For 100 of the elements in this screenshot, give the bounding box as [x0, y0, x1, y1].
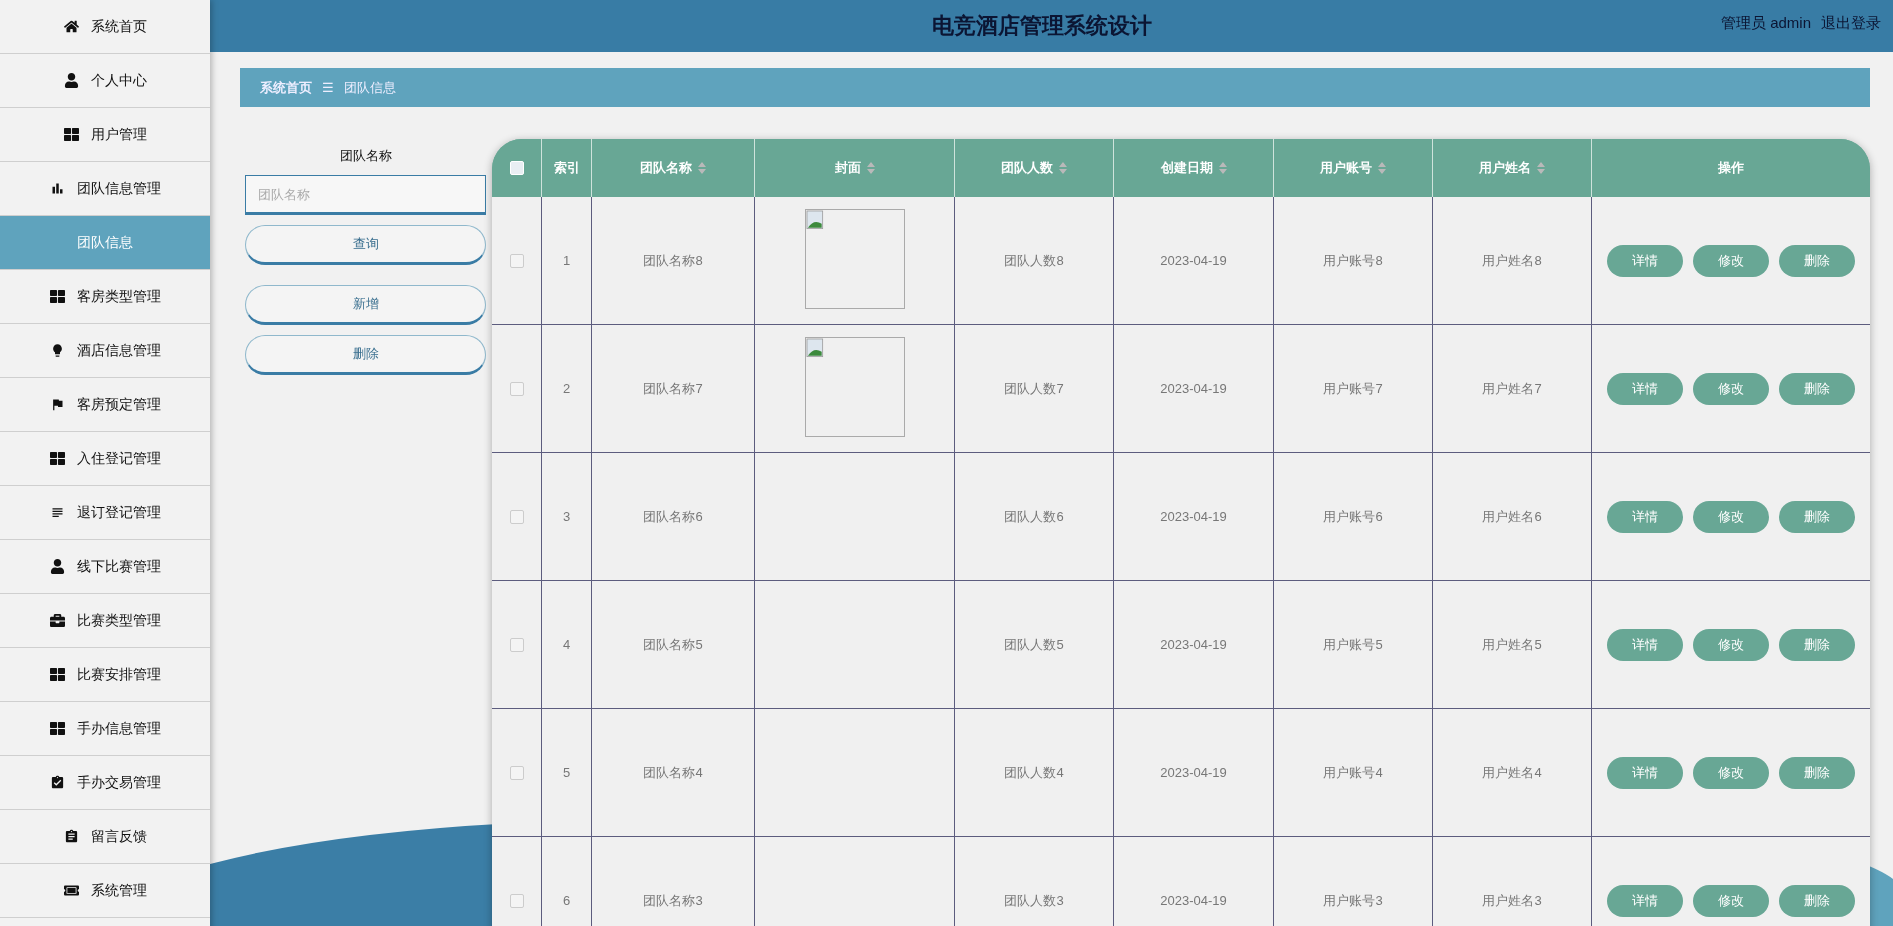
column-title: 操作 — [1718, 159, 1744, 177]
sidebar-item[interactable]: 客房预定管理 — [0, 378, 210, 432]
sidebar-item[interactable]: 用户管理 — [0, 108, 210, 162]
app-title: 电竞酒店管理系统设计 — [931, 12, 1152, 40]
row-checkbox[interactable] — [509, 765, 524, 780]
action-button[interactable]: 删除 — [1779, 628, 1855, 661]
logout-link[interactable]: 退出登录 — [1821, 14, 1881, 33]
table-cell: 用户姓名8 — [1482, 251, 1542, 270]
grid-icon — [49, 667, 65, 682]
column-title: 创建日期 — [1160, 159, 1213, 177]
sidebar-item[interactable]: 系统首页 — [0, 0, 210, 54]
action-button[interactable]: 修改 — [1693, 244, 1769, 277]
table-cell: 团队人数4 — [1004, 763, 1064, 782]
table-cell: 2023-04-19 — [1160, 893, 1227, 908]
table-cell: 团队名称4 — [643, 763, 703, 782]
table-cell: 团队人数6 — [1004, 507, 1064, 526]
sidebar-item[interactable]: 酒店信息管理 — [0, 324, 210, 378]
table-cell: 用户姓名3 — [1482, 891, 1542, 910]
sidebar-subitem[interactable]: 团队信息 — [0, 216, 210, 270]
action-button[interactable]: 修改 — [1693, 756, 1769, 789]
column-title: 团队名称 — [640, 159, 692, 177]
action-button[interactable]: 删除 — [1779, 756, 1855, 789]
column-title: 用户账号 — [1320, 159, 1372, 177]
table-cell: 2023-04-19 — [1160, 381, 1227, 396]
action-button[interactable]: 删除 — [1779, 500, 1855, 533]
row-checkbox[interactable] — [509, 253, 524, 268]
table-cell: 1 — [562, 253, 571, 268]
sidebar-item[interactable]: 团队信息管理 — [0, 162, 210, 216]
table-cell: 用户账号8 — [1323, 251, 1383, 270]
action-button[interactable]: 详情 — [1607, 372, 1683, 405]
table-cell: 用户账号6 — [1323, 507, 1383, 526]
breadcrumb-separator: ☰ — [322, 80, 334, 95]
sidebar-item[interactable]: 系统管理 — [0, 864, 210, 918]
column-title: 索引 — [553, 159, 580, 177]
table-cell: 团队人数8 — [1004, 251, 1064, 270]
table-cell: 团队名称7 — [643, 379, 703, 398]
grid-icon — [49, 451, 65, 466]
sort-icon[interactable] — [1537, 162, 1545, 174]
form-button[interactable]: 查询 — [245, 225, 486, 265]
action-button[interactable]: 删除 — [1779, 244, 1855, 277]
action-button[interactable]: 删除 — [1779, 372, 1855, 405]
user-label: 管理员 admin — [1720, 14, 1811, 33]
action-button[interactable]: 修改 — [1693, 628, 1769, 661]
sort-icon[interactable] — [1378, 162, 1386, 174]
user-icon — [63, 73, 79, 88]
ticket-icon — [63, 883, 79, 898]
row-checkbox[interactable] — [509, 637, 524, 652]
field-label: 团队名称 — [338, 147, 393, 165]
sidebar-item[interactable]: 客房类型管理 — [0, 270, 210, 324]
table-cell: 用户姓名7 — [1482, 379, 1542, 398]
sort-icon[interactable] — [1059, 162, 1067, 174]
action-button[interactable]: 修改 — [1693, 884, 1769, 917]
grid-icon — [49, 721, 65, 736]
breadcrumb-link[interactable]: 系统首页 — [260, 78, 312, 97]
table-cell: 用户姓名5 — [1482, 635, 1542, 654]
home-icon — [63, 19, 79, 34]
action-button[interactable]: 详情 — [1607, 628, 1683, 661]
action-button[interactable]: 详情 — [1607, 500, 1683, 533]
table-cell: 团队人数7 — [1004, 379, 1064, 398]
table-cell: 团队人数3 — [1004, 891, 1064, 910]
sort-icon[interactable] — [1218, 162, 1227, 174]
table-cell: 团队名称3 — [643, 891, 703, 910]
table-cell: 2 — [562, 381, 571, 396]
sidebar-item[interactable]: 入住登记管理 — [0, 432, 210, 486]
action-button[interactable]: 详情 — [1607, 884, 1683, 917]
table-cell: 团队名称6 — [643, 507, 703, 526]
table-cell: 2023-04-19 — [1160, 637, 1227, 652]
sidebar-item[interactable]: 手办交易管理 — [0, 756, 210, 810]
sidebar-item[interactable]: 退订登记管理 — [0, 486, 210, 540]
form-button[interactable]: 新增 — [245, 285, 486, 325]
action-button[interactable]: 修改 — [1693, 372, 1769, 405]
table-cell: 2023-04-19 — [1160, 253, 1227, 268]
table-cell: 6 — [562, 893, 571, 908]
action-button[interactable]: 详情 — [1607, 756, 1683, 789]
team-name-field[interactable]: 团队名称 — [245, 175, 486, 215]
column-title: 团队人数 — [1001, 159, 1053, 177]
sort-icon[interactable] — [698, 162, 706, 174]
action-button[interactable]: 详情 — [1607, 244, 1683, 277]
sidebar-item[interactable]: 比赛类型管理 — [0, 594, 210, 648]
sidebar-item[interactable]: 线下比赛管理 — [0, 540, 210, 594]
row-checkbox[interactable] — [509, 893, 524, 908]
table-cell: 4 — [562, 637, 571, 652]
row-checkbox[interactable] — [509, 381, 524, 396]
table-cell: 用户账号3 — [1323, 891, 1383, 910]
sidebar-item[interactable]: 留言反馈 — [0, 810, 210, 864]
action-button[interactable]: 删除 — [1779, 884, 1855, 917]
table-cell: 用户账号7 — [1323, 379, 1383, 398]
form-button[interactable]: 删除 — [245, 335, 486, 375]
table-cell: 团队名称5 — [643, 635, 703, 654]
action-button[interactable]: 修改 — [1693, 500, 1769, 533]
grid-icon — [63, 127, 79, 142]
table-cell: 用户账号4 — [1323, 763, 1383, 782]
select-all-checkbox[interactable] — [509, 161, 524, 175]
broken-image-icon — [804, 337, 905, 437]
sort-icon[interactable] — [866, 162, 875, 174]
sidebar-item[interactable]: 手办信息管理 — [0, 702, 210, 756]
broken-image-icon — [804, 209, 905, 309]
sidebar-item[interactable]: 个人中心 — [0, 54, 210, 108]
sidebar-item[interactable]: 比赛安排管理 — [0, 648, 210, 702]
row-checkbox[interactable] — [509, 509, 524, 524]
